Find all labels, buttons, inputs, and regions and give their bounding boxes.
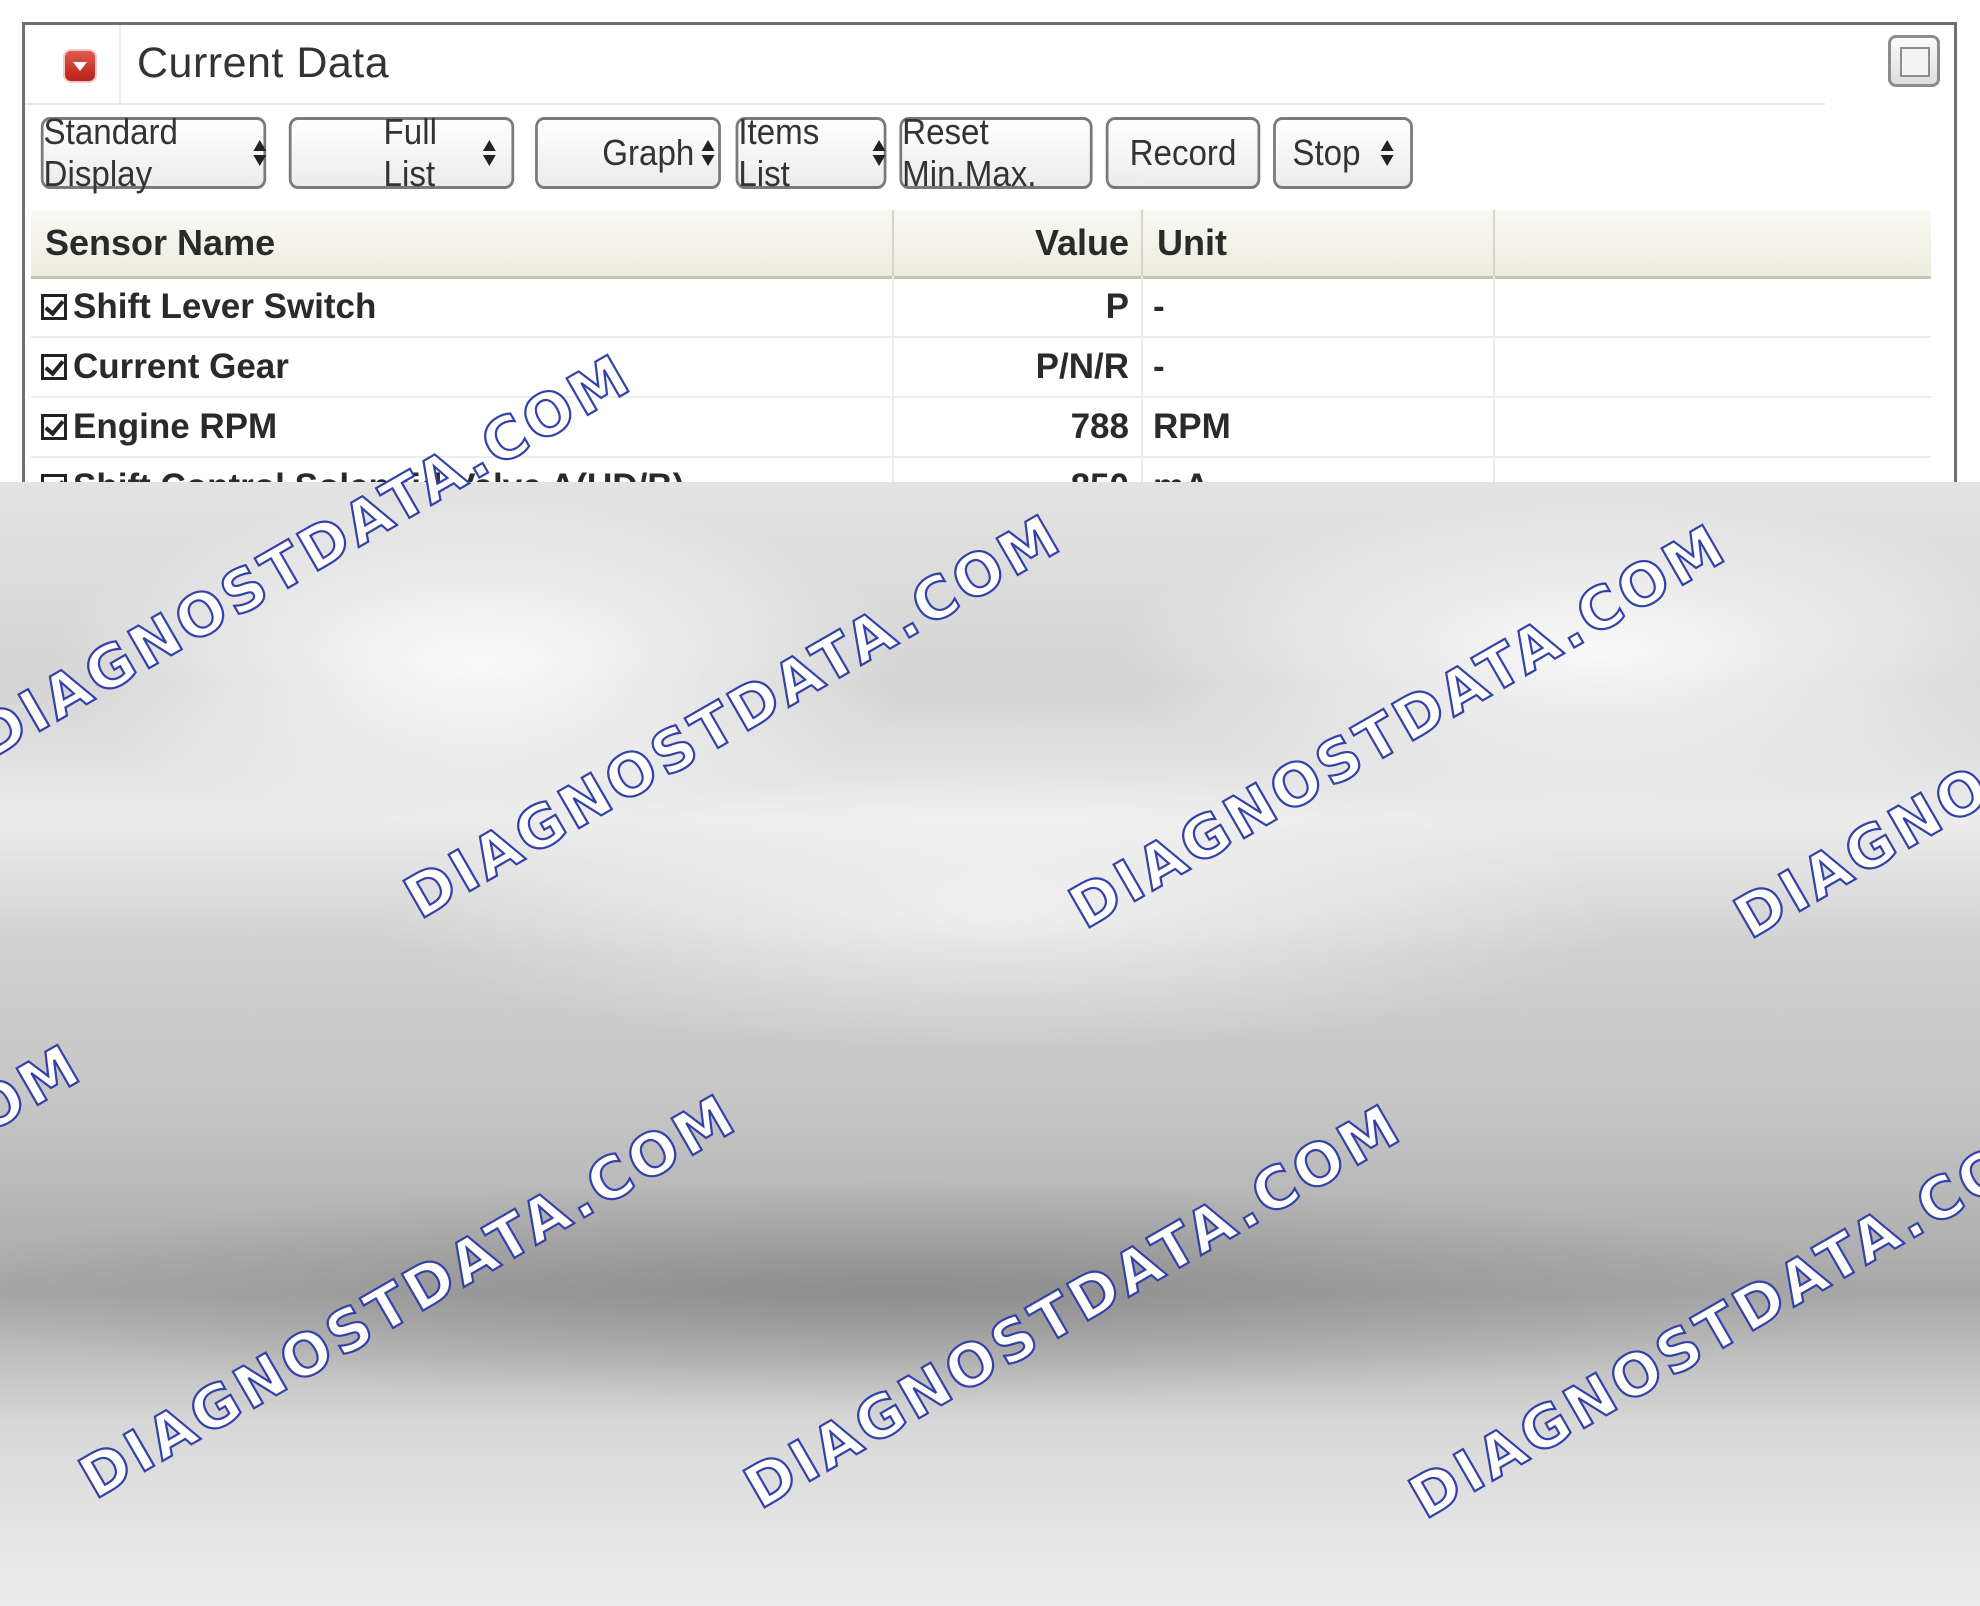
- column-header-value[interactable]: Value: [894, 210, 1139, 276]
- column-header-label: Sensor Name: [45, 222, 276, 263]
- full-list-select[interactable]: Full List: [288, 111, 515, 194]
- toolbar: Standard Display Full List Graph Items L…: [31, 111, 1931, 194]
- sensor-name: Engine RPM: [73, 407, 278, 446]
- graph-select[interactable]: Graph: [535, 117, 721, 189]
- row-checkbox[interactable]: [41, 474, 67, 482]
- select-arrows-icon: [253, 136, 267, 170]
- sensor-name: Current Gear: [73, 347, 289, 386]
- panel-title: Current Data: [137, 39, 390, 87]
- row-checkbox[interactable]: [41, 414, 67, 440]
- sensor-name: Shift Lever Switch: [73, 287, 377, 326]
- standard-display-label: Standard Display: [43, 111, 178, 194]
- table-header: Sensor Name Value Unit: [31, 210, 1931, 279]
- stop-label: Stop: [1292, 132, 1361, 173]
- stop-select[interactable]: Stop: [1273, 117, 1413, 189]
- blurred-background: [0, 482, 1980, 1606]
- items-list-label: Items List: [738, 111, 820, 194]
- row-checkbox[interactable]: [41, 294, 67, 320]
- title-separator: [119, 25, 121, 103]
- standard-display-select[interactable]: Standard Display: [40, 111, 267, 194]
- record-button[interactable]: Record: [1105, 117, 1261, 189]
- column-divider[interactable]: [1141, 210, 1143, 276]
- sensor-name-cell: Engine RPM: [41, 398, 881, 456]
- column-header-sensor-name[interactable]: Sensor Name: [45, 210, 885, 276]
- column-divider[interactable]: [1493, 210, 1495, 276]
- select-arrows-icon: [482, 136, 496, 170]
- application-window: Current Data Standard Display Full List …: [0, 0, 1980, 482]
- sensor-name: Shift Control Solenoid Valve A(UD/B): [73, 467, 684, 482]
- panel-title-bar: Current Data: [25, 25, 1825, 105]
- unit-cell: -: [1153, 287, 1165, 326]
- unit-cell: -: [1153, 347, 1165, 386]
- table-row[interactable]: Engine RPM 788 RPM: [31, 398, 1931, 458]
- value-cell: 850: [894, 458, 1139, 482]
- collapse-arrow-icon[interactable]: [65, 51, 95, 81]
- graph-label: Graph: [602, 132, 695, 173]
- sensor-name-cell: Shift Lever Switch: [41, 278, 881, 336]
- maximize-window-icon[interactable]: [1888, 35, 1940, 87]
- table-row[interactable]: Shift Lever Switch P -: [31, 278, 1931, 338]
- reset-min-max-button[interactable]: Reset Min.Max.: [899, 111, 1093, 194]
- table-row[interactable]: Shift Control Solenoid Valve A(UD/B) 850…: [31, 458, 1931, 482]
- value-cell: P: [1105, 287, 1129, 326]
- column-header-label: Unit: [1157, 222, 1227, 263]
- row-checkbox[interactable]: [41, 354, 67, 380]
- sensor-name-cell: Current Gear: [41, 338, 881, 396]
- column-header-unit[interactable]: Unit: [1157, 210, 1487, 276]
- current-data-panel: Current Data Standard Display Full List …: [22, 22, 1957, 482]
- full-list-label: Full List: [383, 111, 437, 194]
- value-cell: 788: [1070, 407, 1129, 446]
- unit-cell: mA: [1153, 458, 1483, 482]
- select-arrows-icon: [872, 136, 885, 170]
- value-cell: P/N/R: [1035, 347, 1129, 386]
- column-header-label: Value: [1034, 222, 1129, 263]
- items-list-select[interactable]: Items List: [735, 111, 887, 194]
- select-arrows-icon: [1380, 136, 1394, 170]
- table-row[interactable]: Current Gear P/N/R -: [31, 338, 1931, 398]
- record-label: Record: [1129, 132, 1237, 173]
- sensor-name-cell: Shift Control Solenoid Valve A(UD/B): [41, 458, 881, 482]
- reset-min-max-label: Reset Min.Max.: [902, 111, 1037, 194]
- unit-cell: RPM: [1153, 407, 1231, 446]
